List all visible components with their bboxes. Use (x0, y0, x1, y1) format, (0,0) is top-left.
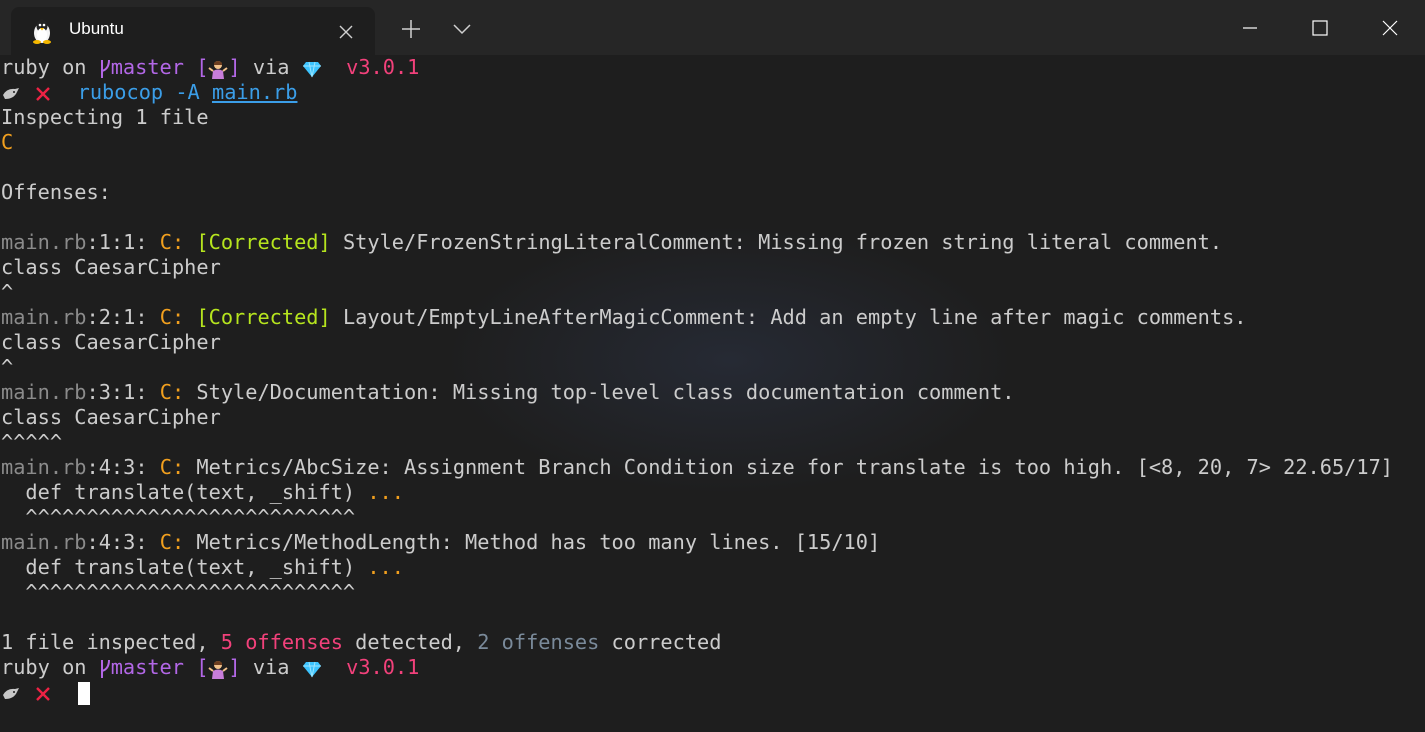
corrected-tag: [Corrected] (196, 305, 331, 329)
code-line: def translate(text, _shift) ... (1, 480, 404, 505)
shell-prompt-icon (3, 87, 19, 99)
offense-line: main.rb:4:3: C: Metrics/MethodLength: Me… (1, 530, 880, 555)
person-shrugging-emoji (208, 660, 229, 679)
offense-location: :3:1: (86, 380, 148, 404)
tab-title: Ubuntu (69, 19, 124, 38)
error-x-icon (36, 86, 51, 101)
offense-location: :4:3: (86, 530, 148, 554)
offense-file: main.rb (1, 230, 87, 254)
offense-file: main.rb (1, 305, 87, 329)
offenses-header: Offenses: (1, 180, 111, 204)
stash-bracket-close: ] (228, 655, 241, 679)
prompt-line: ruby on master [] via v3.0.1 (1, 655, 419, 680)
text-cursor (77, 682, 90, 705)
close-icon[interactable] (337, 23, 355, 41)
offense-message: Metrics/AbcSize: Assignment Branch Condi… (196, 455, 1394, 479)
offense-message: Metrics/MethodLength: Method has too man… (196, 530, 881, 554)
summary-detected: detected, (342, 630, 478, 654)
inspecting-line: Inspecting 1 file (1, 105, 209, 129)
error-x-icon (36, 686, 51, 701)
stash-bracket-open: [ (196, 55, 209, 79)
code-line: class CaesarCipher (1, 405, 221, 429)
prompt-branch: master (110, 55, 184, 79)
caret-line: ^^^^^ (1, 430, 63, 454)
offense-severity: C: (159, 380, 185, 404)
minimize-button[interactable] (1215, 0, 1285, 55)
plus-icon[interactable] (400, 18, 422, 40)
title-bar: Ubuntu (0, 0, 1425, 55)
prompt-branch: master (110, 655, 184, 679)
command-flag: -A (175, 80, 200, 104)
shell-prompt-icon (3, 687, 19, 699)
summary-inspected: 1 file inspected, (1, 630, 221, 654)
offense-line: main.rb:2:1: C: [Corrected] Layout/Empty… (1, 305, 1247, 330)
code-text: def translate(text, _shift) (1, 555, 368, 579)
prompt-dir: ruby (1, 655, 50, 679)
tab-ubuntu[interactable]: Ubuntu (11, 7, 375, 55)
prompt-dir: ruby (1, 55, 50, 79)
prompt-on: on (62, 55, 87, 79)
offense-line: main.rb:3:1: C: Style/Documentation: Mis… (1, 380, 1015, 405)
code-text: def translate(text, _shift) (1, 480, 368, 504)
minimize-icon (1243, 26, 1257, 29)
offense-line: main.rb:1:1: C: [Corrected] Style/Frozen… (1, 230, 1222, 255)
terminal-output[interactable]: ruby on master [] via v3.0.1 rubocop -A … (0, 55, 1425, 732)
prompt-version: v3.0.1 (346, 55, 420, 79)
offense-severity: C: (159, 530, 185, 554)
code-ellipsis: ... (367, 480, 404, 504)
command-file: main.rb (211, 80, 298, 104)
stash-bracket-close: ] (228, 55, 241, 79)
offense-message: Style/FrozenStringLiteralComment: Missin… (342, 230, 1223, 254)
offense-message: Style/Documentation: Missing top-level c… (196, 380, 1015, 404)
offense-severity: C: (159, 455, 185, 479)
command-name: rubocop (77, 80, 164, 104)
chevron-down-icon[interactable] (451, 18, 473, 40)
git-branch-icon (100, 659, 110, 678)
offense-severity: C: (159, 230, 185, 254)
code-line: class CaesarCipher (1, 330, 221, 354)
prompt-on: on (62, 655, 87, 679)
summary-corrected-count: 2 offenses (477, 630, 600, 654)
caret-line: ^ (1, 355, 14, 379)
ruby-gem-icon (302, 61, 321, 77)
code-line: class CaesarCipher (1, 255, 221, 279)
offense-location: :2:1: (86, 305, 148, 329)
offense-file: main.rb (1, 455, 87, 479)
git-branch-icon (100, 59, 110, 78)
offense-file: main.rb (1, 380, 87, 404)
offense-location: :1:1: (86, 230, 148, 254)
summary-corrected: corrected (599, 630, 722, 654)
code-line: def translate(text, _shift) ... (1, 555, 404, 580)
close-icon (1382, 20, 1398, 35)
command-line: rubocop -A main.rb (1, 80, 297, 105)
prompt-via: via (252, 55, 290, 79)
offense-message: Layout/EmptyLineAfterMagicComment: Add a… (342, 305, 1247, 329)
stash-bracket-open: [ (196, 655, 209, 679)
progress-line: C (1, 130, 14, 154)
caret-line: ^^^^^^^^^^^^^^^^^^^^^^^^^^^ (1, 505, 356, 529)
input-line[interactable] (1, 680, 90, 705)
person-shrugging-emoji (208, 60, 229, 79)
linux-tux-icon (33, 19, 51, 44)
prompt-version: v3.0.1 (346, 655, 420, 679)
ruby-gem-icon (302, 661, 321, 677)
close-window-button[interactable] (1355, 0, 1425, 55)
prompt-via: via (252, 655, 290, 679)
maximize-button[interactable] (1285, 0, 1355, 55)
prompt-line: ruby on master [] via v3.0.1 (1, 55, 419, 80)
offense-severity: C: (159, 305, 185, 329)
caret-line: ^ (1, 280, 14, 304)
summary-offense-count: 5 offenses (220, 630, 343, 654)
maximize-icon (1312, 19, 1328, 36)
offense-file: main.rb (1, 530, 87, 554)
summary-line: 1 file inspected, 5 offenses detected, 2… (1, 630, 721, 655)
caret-line: ^^^^^^^^^^^^^^^^^^^^^^^^^^^ (1, 580, 356, 604)
code-ellipsis: ... (367, 555, 404, 579)
terminal-window: Ubuntu ruby on master [] via v3.0.1 rubo… (0, 0, 1425, 732)
offense-location: :4:3: (86, 455, 148, 479)
corrected-tag: [Corrected] (196, 230, 331, 254)
offense-line: main.rb:4:3: C: Metrics/AbcSize: Assignm… (1, 455, 1393, 480)
